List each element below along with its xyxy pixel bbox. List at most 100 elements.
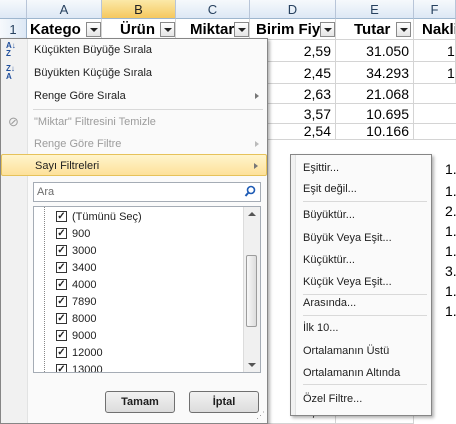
- search-placeholder: Ara: [37, 186, 55, 198]
- checkbox-checked[interactable]: ✓: [56, 296, 67, 307]
- cell-nakliye[interactable]: 1.: [432, 220, 456, 242]
- list-item-label: 4000: [72, 279, 97, 291]
- cell-nakliye[interactable]: 3.: [432, 260, 456, 282]
- cell-tutar[interactable]: 34.293: [336, 62, 414, 84]
- resize-grip-icon[interactable]: ⋰: [256, 410, 265, 421]
- cell-nakliye[interactable]: [414, 84, 456, 104]
- menu-item-label: Renge Göre Sırala: [34, 90, 126, 102]
- menu-item-label: Küçükten Büyüğe Sırala: [34, 44, 153, 56]
- select-all-corner[interactable]: [0, 0, 27, 19]
- sort-za-icon: Z↓ A: [6, 64, 15, 81]
- cell-tutar[interactable]: 31.050: [336, 40, 414, 62]
- cell-birim-fiyat[interactable]: 2,45: [268, 62, 336, 84]
- checkbox-checked[interactable]: ✓: [56, 313, 67, 324]
- top-10-item[interactable]: İlk 10...: [303, 322, 338, 334]
- column-header-b[interactable]: B: [102, 0, 176, 19]
- equals-item[interactable]: Eşittir...: [303, 162, 339, 174]
- sort-by-color-item[interactable]: Renge Göre Sırala: [1, 85, 267, 107]
- sort-descending-item[interactable]: Z↓ A Büyükten Küçüğe Sırala: [1, 62, 267, 84]
- header-text: Miktar: [190, 21, 235, 38]
- submenu-separator: [303, 384, 427, 385]
- row-header-1[interactable]: 1: [0, 19, 27, 40]
- greater-than-item[interactable]: Büyüktür...: [303, 209, 355, 221]
- cell-birim-fiyat[interactable]: 2,54: [268, 124, 336, 140]
- number-filters-submenu: Eşittir... Eşit değil... Büyüktür... Büy…: [290, 154, 432, 416]
- list-item-label: 3400: [72, 262, 97, 274]
- checkbox-checked[interactable]: ✓: [56, 330, 67, 341]
- filter-value-list[interactable]: ✓ (Tümünü Seç) ✓ 900 ✓ 3000 ✓ 3400 ✓ 4000 ✓ 78…: [33, 206, 261, 373]
- menu-item-label: Büyükten Küçüğe Sırala: [34, 67, 153, 79]
- custom-filter-item[interactable]: Özel Filtre...: [303, 393, 362, 405]
- cell-nakliye[interactable]: 1.: [432, 240, 456, 262]
- column-header-e[interactable]: E: [336, 0, 414, 19]
- submenu-separator: [303, 294, 427, 295]
- less-or-equal-item[interactable]: Küçük Veya Eşit...: [303, 276, 392, 288]
- autofilter-menu: A↓ Z Küçükten Büyüğe Sırala Z↓ A Büyükten …: [0, 38, 268, 424]
- checkbox-checked[interactable]: ✓: [56, 347, 67, 358]
- filter-dropdown-button[interactable]: [86, 22, 101, 37]
- filter-by-color-item[interactable]: Renge Göre Filtre: [1, 133, 267, 155]
- cell-birim-fiyat[interactable]: 2,59: [268, 40, 336, 62]
- submenu-arrow-icon: [254, 163, 258, 169]
- cell-nakliye[interactable]: [414, 104, 456, 124]
- list-item-label: 7890: [72, 296, 97, 308]
- menu-separator: [33, 109, 263, 110]
- header-text: Katego: [30, 21, 81, 38]
- cell-nakliye[interactable]: [414, 124, 456, 140]
- list-item-label: 13000: [72, 364, 103, 373]
- column-header-f[interactable]: F: [414, 0, 456, 19]
- column-header-c[interactable]: C: [176, 0, 250, 19]
- sort-ascending-item[interactable]: A↓ Z Küçükten Büyüğe Sırala: [1, 39, 267, 61]
- cell-birim-fiyat[interactable]: 3,57: [268, 104, 336, 124]
- checkbox-checked[interactable]: ✓: [56, 245, 67, 256]
- number-filters-item[interactable]: Sayı Filtreleri: [1, 154, 267, 176]
- header-cell-nakliye[interactable]: Nakli: [414, 19, 456, 40]
- checkbox-checked[interactable]: ✓: [56, 228, 67, 239]
- filter-dropdown-button[interactable]: [320, 22, 335, 37]
- cell-nakliye[interactable]: 1.: [414, 62, 456, 84]
- filter-dropdown-button[interactable]: [160, 22, 175, 37]
- checkbox-checked[interactable]: ✓: [56, 279, 67, 290]
- cell-tutar[interactable]: 21.068: [336, 84, 414, 104]
- cancel-button[interactable]: İptal: [189, 391, 259, 413]
- submenu-gutter: [291, 155, 296, 415]
- clear-filter-item[interactable]: ⊘ "Miktar" Filtresini Temizle: [1, 111, 267, 133]
- cell-tutar[interactable]: 10.695: [336, 104, 414, 124]
- list-item-label: 12000: [72, 347, 103, 359]
- menu-item-label: Renge Göre Filtre: [34, 138, 122, 150]
- search-input[interactable]: Ara: [33, 182, 261, 202]
- list-item-label: (Tümünü Seç): [72, 211, 142, 223]
- scroll-down-icon[interactable]: [248, 363, 256, 367]
- filter-dropdown-button[interactable]: [234, 22, 249, 37]
- not-equals-item[interactable]: Eşit değil...: [303, 183, 357, 195]
- list-item-label: 8000: [72, 313, 97, 325]
- checkbox-checked[interactable]: ✓: [56, 364, 67, 372]
- submenu-separator: [303, 201, 427, 202]
- above-average-item[interactable]: Ortalamanın Üstü: [303, 345, 389, 357]
- scroll-up-icon[interactable]: [248, 212, 256, 216]
- menu-item-label: "Miktar" Filtresini Temizle: [34, 116, 156, 128]
- cell-nakliye[interactable]: 1.: [432, 280, 456, 302]
- column-header-d[interactable]: D: [250, 0, 336, 19]
- list-scrollbar[interactable]: [243, 207, 260, 372]
- header-text: Birim Fiya: [256, 21, 329, 38]
- checkbox-checked[interactable]: ✓: [56, 211, 67, 222]
- cell-nakliye[interactable]: 2.: [432, 200, 456, 222]
- cell-nakliye[interactable]: 1.: [432, 158, 456, 180]
- cell-birim-fiyat[interactable]: 2,63: [268, 84, 336, 104]
- filter-dropdown-button[interactable]: [396, 22, 411, 37]
- cell-nakliye[interactable]: 1.: [432, 180, 456, 202]
- between-item[interactable]: Arasında...: [303, 297, 356, 309]
- cell-nakliye[interactable]: 1.: [414, 40, 456, 62]
- submenu-arrow-icon: [255, 141, 259, 147]
- below-average-item[interactable]: Ortalamanın Altında: [303, 367, 400, 379]
- checkbox-checked[interactable]: ✓: [56, 262, 67, 273]
- header-text: Ürün: [120, 21, 155, 38]
- scrollbar-thumb[interactable]: [246, 255, 257, 327]
- ok-button[interactable]: Tamam: [105, 391, 175, 413]
- less-than-item[interactable]: Küçüktür...: [303, 254, 355, 266]
- greater-or-equal-item[interactable]: Büyük Veya Eşit...: [303, 232, 392, 244]
- column-header-a[interactable]: A: [27, 0, 102, 19]
- cell-tutar[interactable]: 10.166: [336, 124, 414, 140]
- cell-nakliye[interactable]: 1.: [432, 300, 456, 322]
